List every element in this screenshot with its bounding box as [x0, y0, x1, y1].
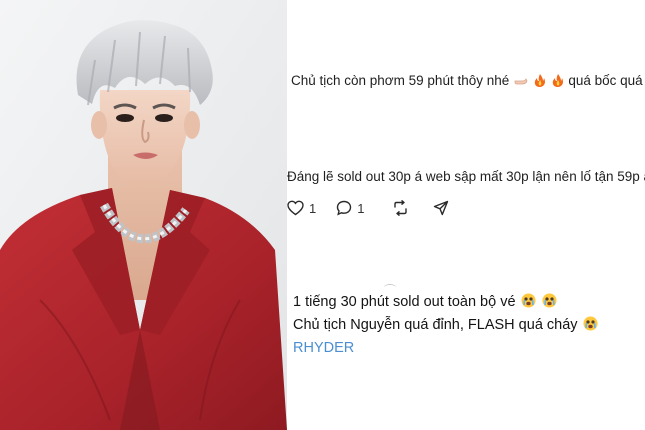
crying-face-icon [542, 293, 557, 315]
comment-text-1: Chủ tịch còn phơm 59 phút thôy nhé quá b… [291, 73, 645, 90]
comment-bubble-icon [337, 200, 352, 216]
like-button[interactable]: 1 [287, 200, 336, 216]
hashtag-link[interactable]: RHYDER [293, 338, 599, 359]
composite-image: Chủ tịch còn phơm 59 phút thôy nhé quá b… [0, 0, 645, 430]
portrait-photo [0, 0, 287, 430]
fire-icon [552, 73, 564, 90]
comment-1-tail: quá bốc quá khét [568, 73, 645, 88]
thread-divider [384, 284, 396, 291]
like-count: 1 [309, 200, 317, 216]
post-block: 1 tiếng 30 phút sold out toàn bộ vé Chủ … [293, 292, 599, 359]
comment-actions: 1 1 [287, 199, 449, 217]
portrait-illustration [0, 0, 287, 430]
pointing-hand-icon [514, 73, 528, 90]
post-line-2-text: Chủ tịch Nguyễn quá đỉnh, FLASH quá cháy [293, 317, 578, 333]
comment-text-2: Đáng lẽ sold out 30p á web sập mất 30p l… [287, 169, 645, 184]
reply-count: 1 [357, 200, 365, 216]
left-eye [116, 114, 134, 122]
fire-icon [534, 73, 546, 90]
repost-icon [394, 200, 408, 216]
post-line-2: Chủ tịch Nguyễn quá đỉnh, FLASH quá cháy [293, 315, 599, 338]
repost-button[interactable] [392, 200, 409, 216]
crying-face-icon [521, 293, 536, 315]
heart-icon [287, 200, 304, 216]
reply-button[interactable]: 1 [336, 200, 384, 216]
comment-1-text: Chủ tịch còn phơm 59 phút thôy nhé [291, 73, 510, 88]
send-icon [434, 200, 449, 216]
post-line-1: 1 tiếng 30 phút sold out toàn bộ vé [293, 292, 599, 315]
crying-face-icon [583, 316, 598, 338]
post-line-1-text: 1 tiếng 30 phút sold out toàn bộ vé [293, 294, 516, 310]
share-button[interactable] [433, 200, 449, 216]
comments-panel: Chủ tịch còn phơm 59 phút thôy nhé quá b… [287, 0, 645, 430]
right-eye [155, 114, 173, 122]
